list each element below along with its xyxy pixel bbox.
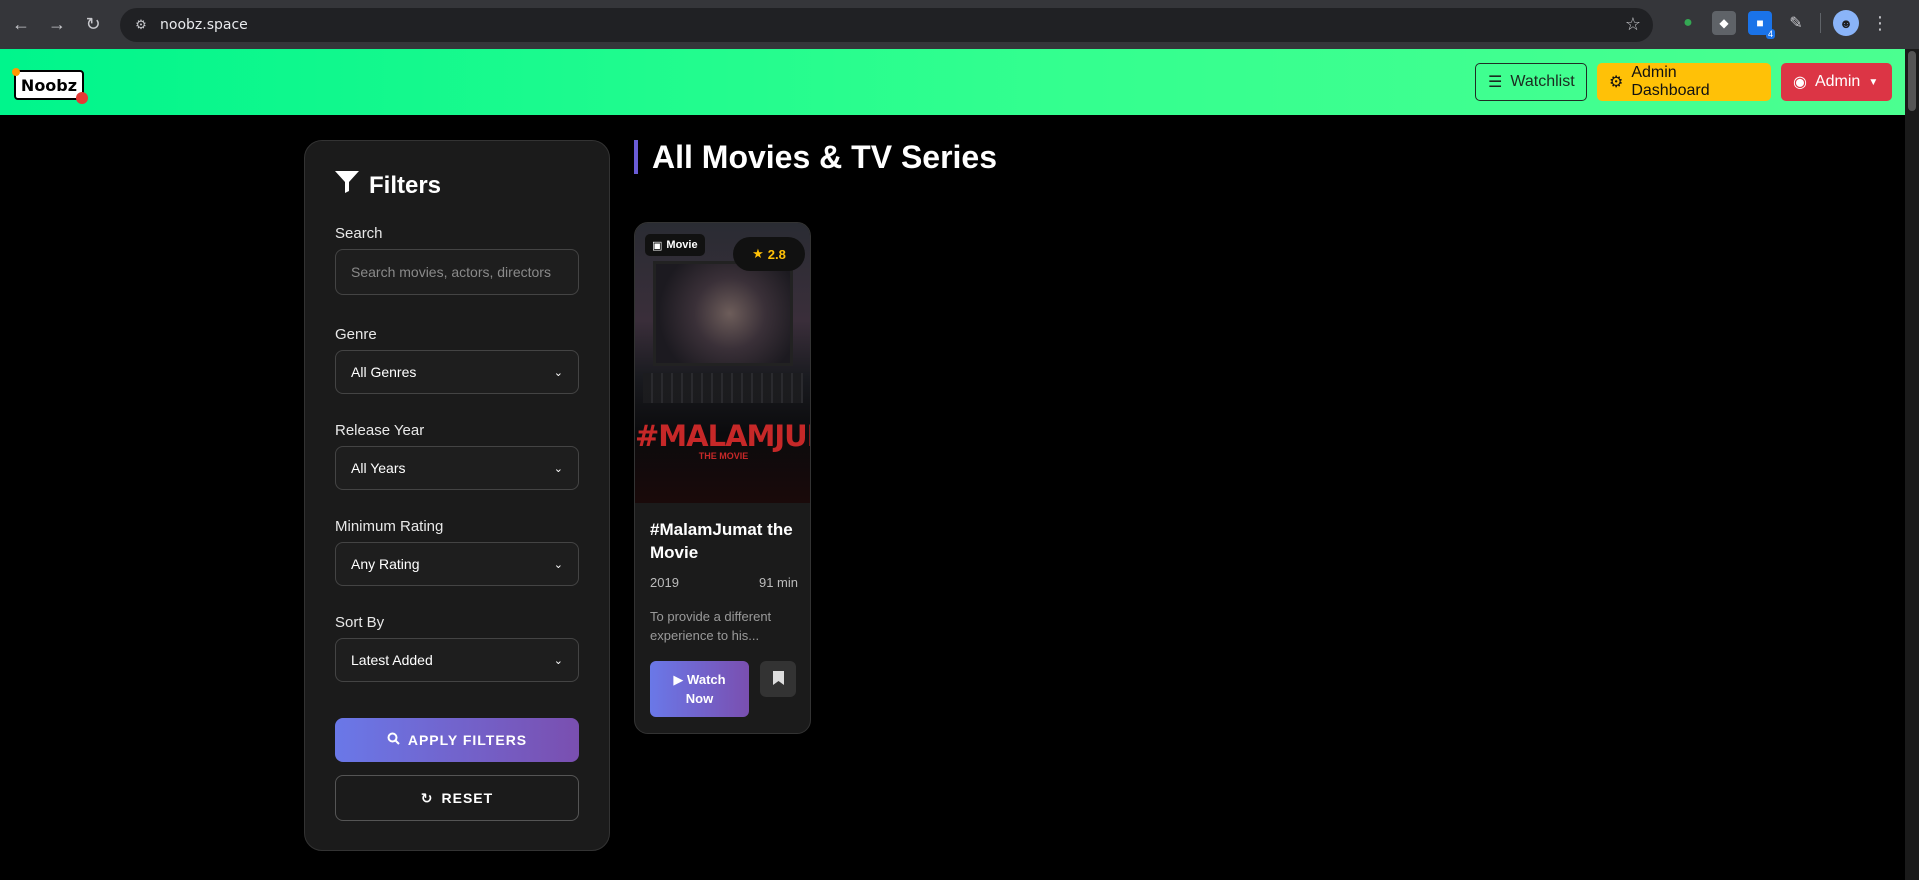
puzzle-extensions-icon[interactable]: ✎	[1784, 11, 1808, 35]
rating-selected-value: Any Rating	[351, 556, 420, 572]
rating-badge: ★ 2.8	[733, 237, 805, 271]
genre-select[interactable]: All Genres ⌄	[335, 350, 579, 394]
search-placeholder: Search movies, actors, directors	[351, 264, 551, 280]
chevron-down-icon: ⌄	[553, 366, 563, 379]
funnel-icon	[335, 171, 359, 200]
apply-filters-label: APPLY FILTERS	[407, 732, 528, 748]
extension-badge: 4	[1765, 29, 1775, 39]
admin-dropdown-button[interactable]: ◉ Admin ▼	[1781, 63, 1892, 101]
bitwarden-extension-icon[interactable]: ■ 4	[1748, 11, 1775, 39]
watch-now-label: Watch Now	[685, 672, 726, 706]
page-scrollbar[interactable]	[1905, 49, 1919, 880]
sort-label: Sort By	[335, 614, 385, 631]
movie-card[interactable]: #MALAMJUMAT THE MOVIE ▣ Movie ★ 2.8 #Mal…	[634, 222, 811, 734]
watchlist-label: Watchlist	[1510, 73, 1575, 90]
browser-toolbar: ← → ↻ ⚙ noobz.space ☆ ● ◆ ■ 4 ✎ ☻ ⋮	[0, 0, 1919, 49]
profile-avatar[interactable]: ☻	[1833, 10, 1859, 36]
site-logo[interactable]: Noobz	[12, 68, 88, 104]
rating-label: Minimum Rating	[335, 518, 444, 535]
extension-icon[interactable]: ●	[1676, 11, 1700, 35]
search-input[interactable]: Search movies, actors, directors	[335, 249, 579, 295]
shield-extension-icon[interactable]: ◆	[1712, 11, 1736, 35]
reload-icon: ↻	[85, 14, 101, 34]
chevron-down-icon: ⌄	[553, 462, 563, 475]
type-label: Movie	[666, 239, 698, 251]
type-badge: ▣ Movie	[645, 234, 705, 256]
list-icon: ☰	[1488, 74, 1503, 91]
gear-icon: ⚙	[1609, 74, 1624, 91]
poster-artwork	[643, 373, 803, 403]
apply-filters-button[interactable]: APPLY FILTERS	[335, 718, 579, 762]
toolbar-divider	[1820, 13, 1821, 33]
address-bar[interactable]: ⚙ noobz.space ☆	[120, 8, 1653, 42]
page-title: All Movies & TV Series	[634, 140, 997, 174]
movie-title[interactable]: #MalamJumat the Movie	[650, 518, 800, 564]
caret-down-icon: ▼	[1868, 76, 1879, 88]
admin-dashboard-label: Admin Dashboard	[1631, 64, 1710, 99]
movie-duration: 91 min	[758, 575, 798, 590]
logo-decoration	[12, 68, 20, 76]
movie-description: To provide a different experience to his…	[650, 609, 772, 643]
genre-selected-value: All Genres	[351, 364, 417, 380]
logo-decoration	[76, 92, 88, 104]
reload-button[interactable]: ↻	[75, 7, 111, 43]
url-text[interactable]: noobz.space	[160, 17, 248, 33]
sort-select[interactable]: Latest Added ⌄	[335, 638, 579, 682]
movie-meta: 2019 91 min	[650, 575, 798, 590]
scrollbar-thumb[interactable]	[1908, 51, 1916, 111]
film-icon: ▣	[652, 239, 663, 252]
arrow-right-icon: →	[48, 14, 66, 34]
logo-text: Noobz	[20, 75, 78, 95]
bookmark-star-icon[interactable]: ☆	[1625, 14, 1641, 35]
back-button[interactable]: ←	[3, 7, 39, 43]
poster-title-art: #MALAMJUMAT	[635, 419, 810, 453]
bookmark-button[interactable]	[760, 661, 796, 697]
browser-menu-icon[interactable]: ⋮	[1871, 13, 1889, 34]
poster-artwork	[653, 261, 793, 366]
filters-heading: Filters	[335, 171, 441, 200]
reset-label: RESET	[441, 790, 494, 806]
user-circle-icon: ◉	[1793, 74, 1807, 91]
year-selected-value: All Years	[351, 460, 406, 476]
year-select[interactable]: All Years ⌄	[335, 446, 579, 490]
chevron-down-icon: ⌄	[553, 654, 563, 667]
admin-dashboard-button[interactable]: ⚙ Admin Dashboard	[1597, 63, 1771, 101]
search-label: Search	[335, 225, 383, 242]
admin-label: Admin	[1814, 73, 1861, 90]
search-icon	[387, 732, 400, 748]
rating-value: 2.8	[767, 246, 786, 262]
year-label: Release Year	[335, 422, 425, 439]
rating-select[interactable]: Any Rating ⌄	[335, 542, 579, 586]
arrow-left-icon: ←	[12, 14, 30, 34]
filters-sidebar: Filters Search Search movies, actors, di…	[304, 140, 610, 851]
refresh-icon: ↻	[420, 789, 434, 806]
site-info-icon[interactable]: ⚙	[130, 14, 152, 36]
forward-button[interactable]: →	[39, 7, 75, 43]
genre-label: Genre	[335, 326, 377, 343]
bookmark-icon	[772, 670, 784, 688]
watch-now-button[interactable]: ▶ Watch Now	[650, 661, 749, 717]
play-icon: ▶	[673, 672, 684, 687]
poster-subtitle-art: THE MOVIE	[698, 451, 749, 461]
sort-selected-value: Latest Added	[351, 652, 433, 668]
chevron-down-icon: ⌄	[553, 558, 563, 571]
watchlist-button[interactable]: ☰ Watchlist	[1475, 63, 1587, 101]
star-icon: ★	[752, 246, 764, 261]
movie-year: 2019	[650, 575, 679, 590]
filters-title-text: Filters	[369, 171, 442, 199]
extensions-area: ● ◆ ■ 4 ✎ ☻ ⋮	[1676, 10, 1889, 39]
reset-button[interactable]: ↻ RESET	[335, 775, 579, 821]
